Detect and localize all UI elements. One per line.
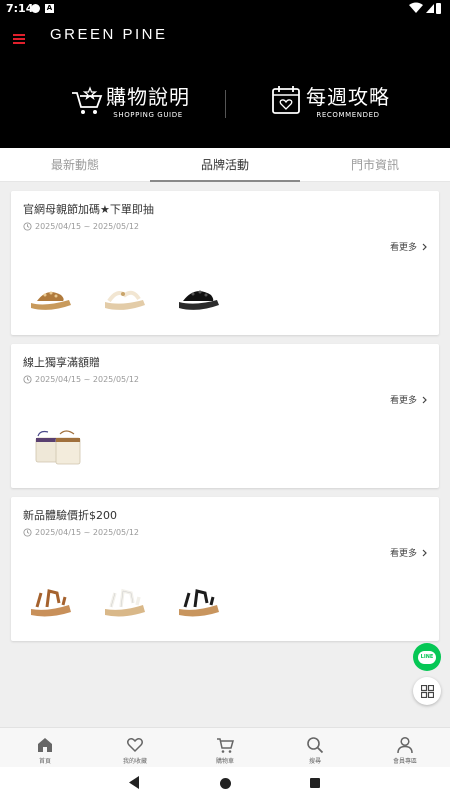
white-strappy-wedge-sandal-image[interactable] [99, 579, 151, 621]
calendar-heart-icon [272, 86, 300, 114]
nav-member-label: 會員專區 [392, 758, 417, 765]
menu-icon[interactable] [13, 34, 25, 44]
nav-cart[interactable]: 購物車 [180, 728, 270, 767]
clock-icon [23, 222, 32, 231]
product-thumbnails [25, 273, 247, 315]
see-more-label: 看更多 [389, 396, 417, 406]
tab-bar: 最新動態 品牌活動 門市資訊 [0, 148, 450, 182]
chevron-right-icon [422, 243, 427, 250]
status-icons [408, 2, 442, 18]
event-card[interactable]: 官網母親節加碼★下單即抽 2025/04/15 ~ 2025/05/12 看更多 [11, 191, 439, 335]
back-icon[interactable] [129, 776, 140, 789]
see-more-link[interactable]: 看更多 [390, 240, 427, 253]
home-icon [38, 738, 52, 752]
chevron-right-icon [422, 549, 427, 556]
grid-menu-button[interactable] [413, 677, 441, 705]
notification-app-icon: A [45, 4, 54, 13]
shopping-guide-button[interactable]: 購物說明 SHOPPING GUIDE [70, 80, 190, 120]
clock-icon [23, 375, 32, 384]
recommended-title: 每週攻略 [306, 85, 390, 109]
wifi-battery-icon [409, 2, 441, 14]
event-date-text: 2025/04/15 ~ 2025/05/12 [35, 375, 140, 384]
shopping-guide-title: 購物說明 [106, 85, 190, 109]
event-date: 2025/04/15 ~ 2025/05/12 [23, 375, 139, 384]
brown-strappy-wedge-sandal-image[interactable] [25, 579, 77, 621]
home-button-icon[interactable] [220, 778, 231, 789]
event-card[interactable]: 新品體驗價折$200 2025/04/15 ~ 2025/05/12 看更多 [11, 497, 439, 641]
header-divider [225, 90, 226, 118]
brand-logo[interactable]: GREEN PINE [50, 26, 168, 43]
nav-member[interactable]: 會員專區 [360, 728, 450, 767]
grid-icon [420, 684, 434, 698]
shopping-cart-star-icon [72, 86, 103, 114]
event-title: 新品體驗價折$200 [23, 509, 117, 522]
chevron-right-icon [422, 396, 427, 403]
tab-brand-events[interactable]: 品牌活動 [150, 148, 300, 182]
event-date-text: 2025/04/15 ~ 2025/05/12 [35, 222, 140, 231]
product-thumbnails [25, 426, 109, 468]
event-date-text: 2025/04/15 ~ 2025/05/12 [35, 528, 140, 537]
see-more-label: 看更多 [389, 243, 417, 253]
product-thumbnails [25, 579, 247, 621]
nav-home[interactable]: 首頁 [0, 728, 90, 767]
shopping-guide-subtitle: SHOPPING GUIDE [113, 111, 183, 119]
recommended-button[interactable]: 每週攻略 RECOMMENDED [270, 80, 390, 120]
beige-thong-wedge-sandal-image[interactable] [99, 273, 151, 315]
app-header: GREEN PINE 購物說明 SHOPPING GUIDE 每週攻略 RECO… [0, 18, 450, 148]
system-nav-bar [0, 767, 450, 800]
recent-apps-icon[interactable] [310, 778, 320, 788]
status-bar: 7:14 A [0, 0, 450, 18]
see-more-link[interactable]: 看更多 [390, 393, 427, 406]
event-title: 官網母親節加碼★下單即抽 [23, 203, 154, 216]
tan-beaded-wedge-sandal-image[interactable] [25, 273, 77, 315]
bottom-nav: 首頁 我的收藏 購物車 搜尋 會員專區 [0, 727, 450, 767]
recommended-subtitle: RECOMMENDED [316, 111, 380, 119]
nav-home-label: 首頁 [38, 758, 51, 765]
nav-cart-label: 購物車 [215, 758, 234, 765]
see-more-link[interactable]: 看更多 [390, 546, 427, 559]
event-list: 官網母親節加碼★下單即抽 2025/04/15 ~ 2025/05/12 看更多 [0, 182, 450, 727]
line-chat-button[interactable]: LINE [413, 643, 441, 671]
black-floral-wedge-sandal-image[interactable] [173, 273, 225, 315]
nav-search[interactable]: 搜尋 [270, 728, 360, 767]
heart-icon [127, 738, 143, 753]
event-title: 線上獨享滿額贈 [23, 356, 100, 369]
black-strappy-wedge-sandal-image[interactable] [173, 579, 225, 621]
see-more-label: 看更多 [389, 549, 417, 559]
tab-latest-news[interactable]: 最新動態 [0, 148, 150, 181]
nav-search-label: 搜尋 [308, 758, 321, 765]
nav-favorites[interactable]: 我的收藏 [90, 728, 180, 767]
notification-dot-icon [31, 4, 40, 13]
event-date: 2025/04/15 ~ 2025/05/12 [23, 222, 139, 231]
woven-crossbody-bags-image[interactable] [25, 426, 87, 468]
user-icon [397, 736, 413, 754]
event-date: 2025/04/15 ~ 2025/05/12 [23, 528, 139, 537]
search-icon [307, 737, 324, 754]
status-time: 7:14 [6, 2, 34, 15]
event-card[interactable]: 線上獨享滿額贈 2025/04/15 ~ 2025/05/12 看更多 [11, 344, 439, 488]
clock-icon [23, 528, 32, 537]
line-icon: LINE [418, 650, 436, 664]
cart-icon [217, 738, 234, 753]
nav-favorites-label: 我的收藏 [122, 758, 147, 765]
tab-store-info[interactable]: 門市資訊 [300, 148, 450, 181]
